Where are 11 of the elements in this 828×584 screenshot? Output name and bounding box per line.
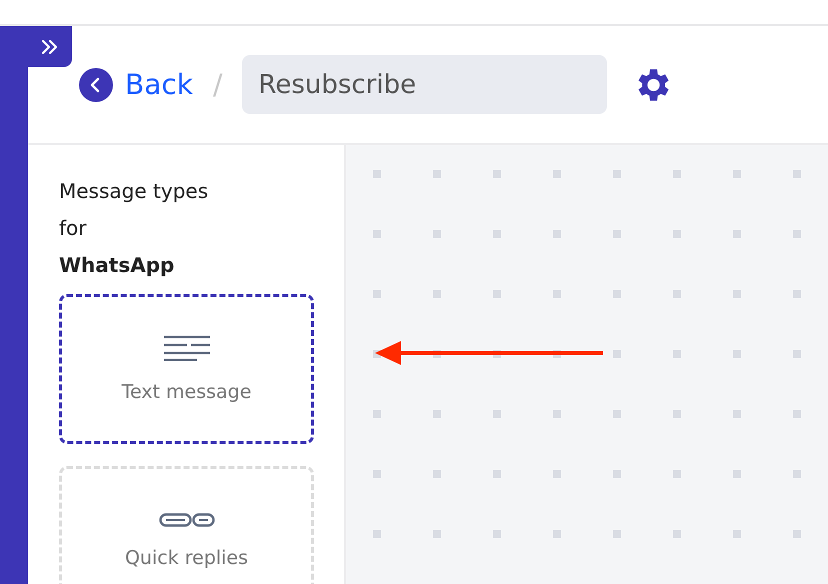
back-link[interactable]: Back bbox=[79, 68, 193, 102]
title-field[interactable]: Resubscribe bbox=[242, 55, 608, 114]
message-type-card[interactable]: Quick replies bbox=[59, 466, 314, 584]
back-circle-icon bbox=[79, 68, 113, 102]
text-lines-icon bbox=[162, 335, 210, 361]
quick-reply-chips-icon bbox=[158, 513, 214, 527]
message-type-card[interactable]: Text message bbox=[59, 294, 314, 444]
panel-heading: Message types for WhatsApp bbox=[59, 178, 210, 279]
expand-button[interactable] bbox=[28, 26, 72, 67]
double-chevron-icon bbox=[40, 38, 60, 56]
breadcrumb-separator: / bbox=[212, 68, 222, 101]
